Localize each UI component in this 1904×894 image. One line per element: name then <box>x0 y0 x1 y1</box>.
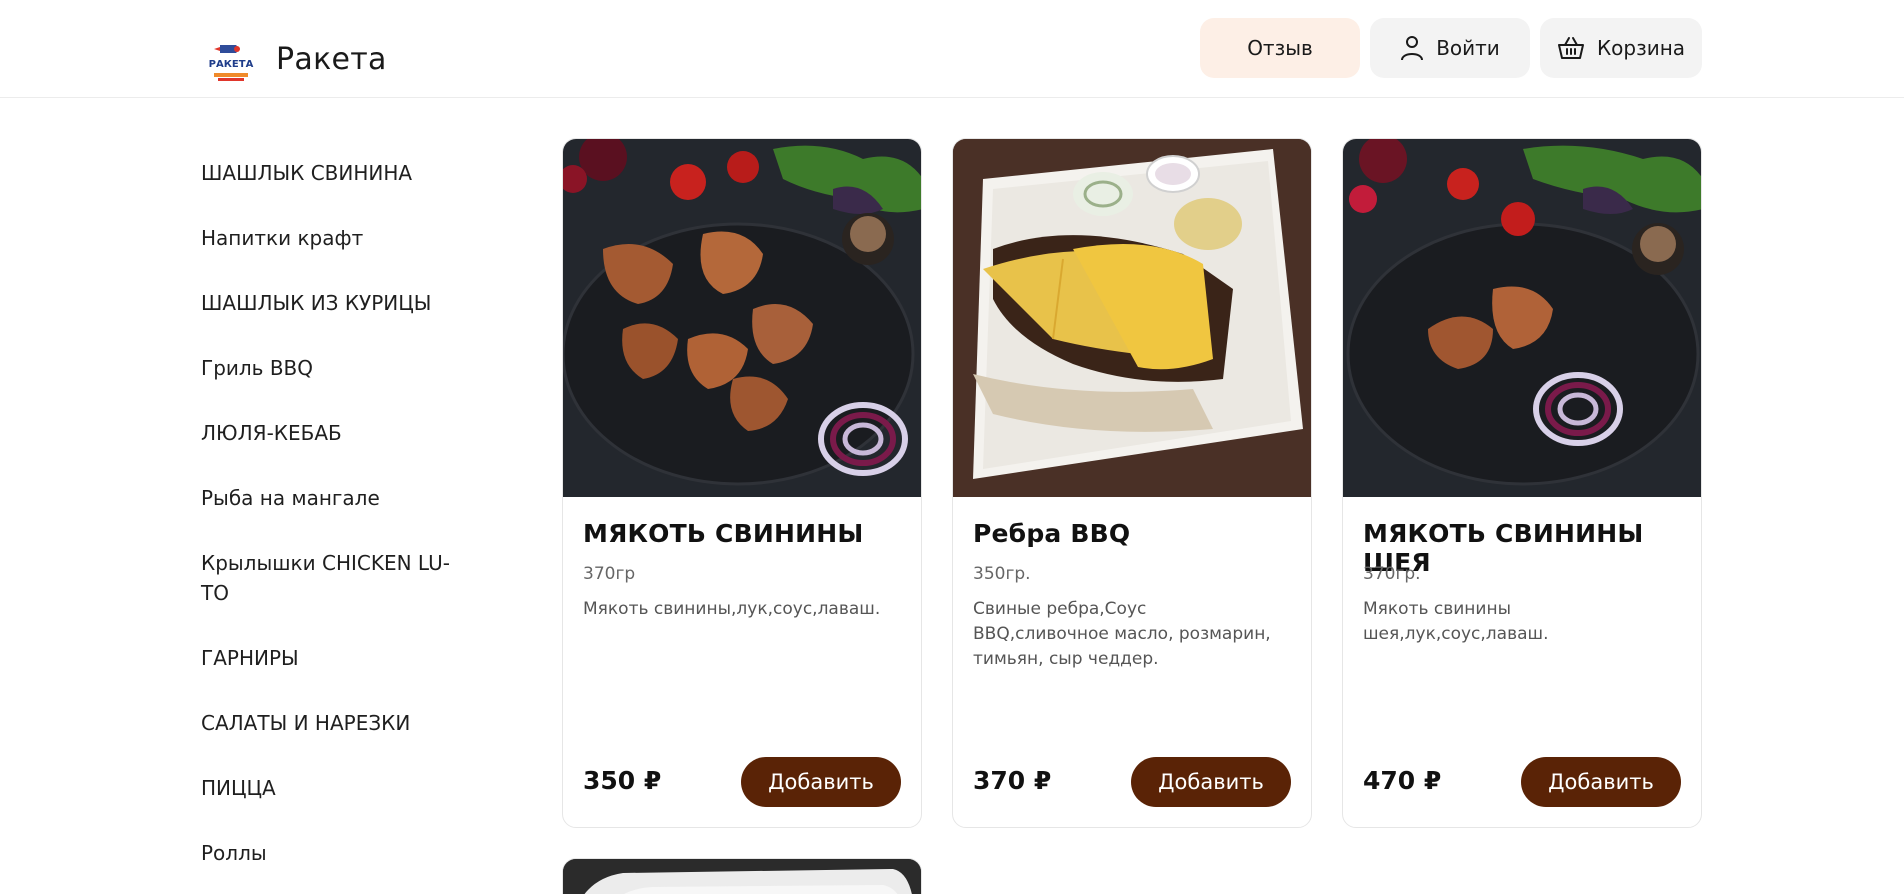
category-chicken-shashlik[interactable]: ШАШЛЫК ИЗ КУРИЦЫ <box>201 288 461 318</box>
category-pork-shashlik[interactable]: ШАШЛЫК СВИНИНА <box>201 158 461 188</box>
product-card[interactable]: Ребра BBQ 350гр. Свиные ребра,Соус BBQ,с… <box>952 138 1312 828</box>
category-sides[interactable]: ГАРНИРЫ <box>201 643 461 673</box>
category-pizza[interactable]: ПИЦЦА <box>201 773 461 803</box>
add-to-cart-button[interactable]: Добавить <box>741 757 901 807</box>
header: РАКЕТА Ракета Отзыв Войти Корзина <box>0 0 1904 98</box>
category-chicken-wings[interactable]: Крылышки CHICKEN LU-TO <box>201 548 451 608</box>
product-image[interactable] <box>953 139 1311 497</box>
category-grill-bbq[interactable]: Гриль BBQ <box>201 353 461 383</box>
product-image[interactable] <box>1343 139 1701 497</box>
product-card[interactable]: МЯКОТЬ СВИНИНЫ 370гр Мякоть свинины,лук,… <box>562 138 922 828</box>
category-sidebar: ШАШЛЫК СВИНИНА Напитки крафт ШАШЛЫК ИЗ К… <box>201 158 461 894</box>
cart-button[interactable]: Корзина <box>1540 18 1702 78</box>
cart-label: Корзина <box>1596 36 1686 60</box>
review-label: Отзыв <box>1247 36 1313 60</box>
product-price: 470 ₽ <box>1363 766 1442 795</box>
review-button[interactable]: Отзыв <box>1200 18 1360 78</box>
login-label: Войти <box>1436 36 1500 60</box>
product-description: Мякоть свинины шея,лук,соус,лаваш. <box>1363 599 1549 644</box>
product-image[interactable] <box>563 859 922 894</box>
category-rolls[interactable]: Роллы <box>201 838 461 868</box>
product-image[interactable] <box>563 139 921 497</box>
product-weight: 370гр <box>583 564 636 584</box>
brand-name[interactable]: Ракета <box>276 42 387 77</box>
product-card-partial[interactable] <box>562 858 922 894</box>
category-lula-kebab[interactable]: ЛЮЛЯ-КЕБАБ <box>201 418 461 448</box>
add-to-cart-button[interactable]: Добавить <box>1131 757 1291 807</box>
rocket-logo-icon: РАКЕТА <box>209 45 254 81</box>
login-button[interactable]: Войти <box>1370 18 1530 78</box>
category-grilled-fish[interactable]: Рыба на мангале <box>201 483 461 513</box>
add-to-cart-button[interactable]: Добавить <box>1521 757 1681 807</box>
product-price: 370 ₽ <box>973 766 1052 795</box>
product-title[interactable]: МЯКОТЬ СВИНИНЫ <box>583 519 863 548</box>
product-card[interactable]: МЯКОТЬ СВИНИНЫ ШЕЯ 370гр. Мякоть свинины… <box>1342 138 1702 828</box>
product-description: Свиные ребра,Соус BBQ,сливочное масло, р… <box>973 599 1271 669</box>
user-icon <box>1401 36 1424 61</box>
category-salads[interactable]: САЛАТЫ И НАРЕЗКИ <box>201 708 461 738</box>
product-price: 350 ₽ <box>583 766 662 795</box>
basket-icon <box>1557 37 1584 59</box>
product-title[interactable]: Ребра BBQ <box>973 519 1130 548</box>
logo[interactable]: РАКЕТА <box>204 36 258 88</box>
product-weight: 370гр. <box>1363 564 1421 584</box>
svg-text:РАКЕТА: РАКЕТА <box>209 59 254 70</box>
product-weight: 350гр. <box>973 564 1031 584</box>
category-craft-drinks[interactable]: Напитки крафт <box>201 223 461 253</box>
product-description: Мякоть свинины,лук,соус,лаваш. <box>583 599 881 619</box>
